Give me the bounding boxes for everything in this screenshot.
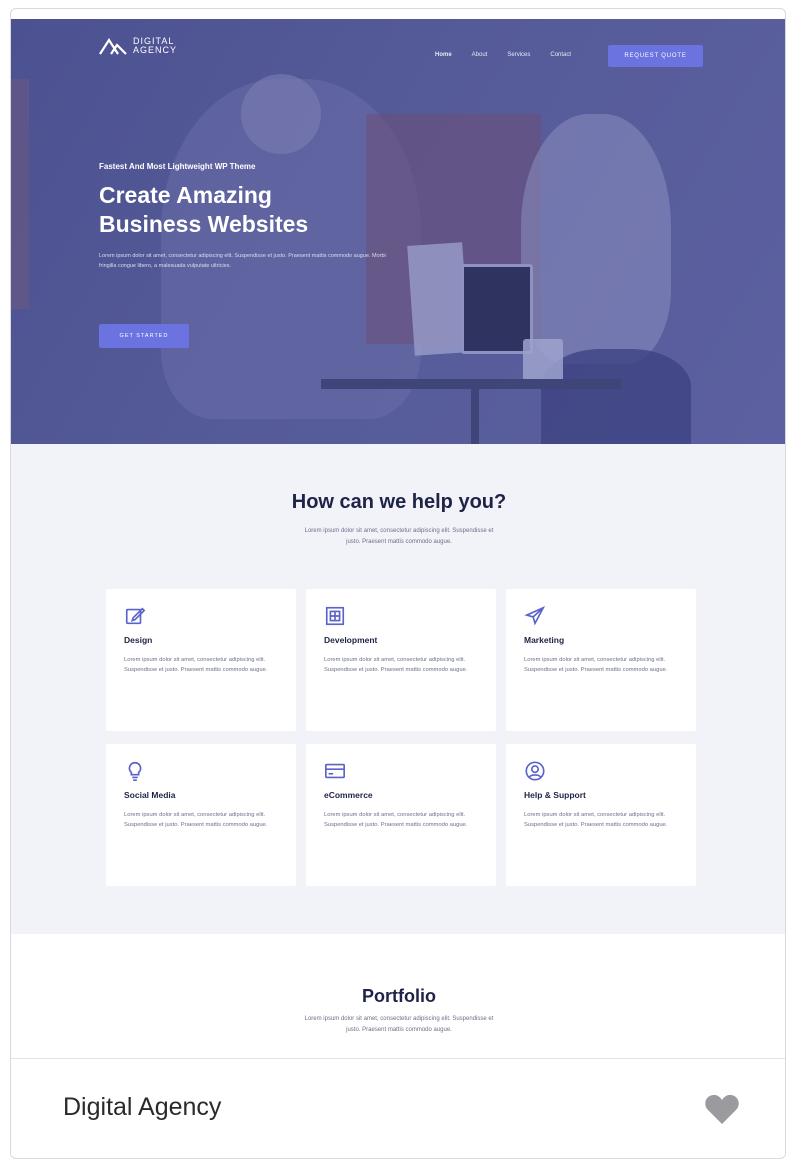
hero-background-shape [11,79,29,309]
hero-background-shape [241,74,321,154]
logo-line-2: AGENCY [133,45,178,55]
heart-icon[interactable] [704,1093,740,1125]
services-subtitle-line-1: Lorem ipsum dolor sit amet, consectetur … [304,528,494,534]
hero-title-line-1: Create Amazing [99,182,272,208]
site-logo[interactable]: DIGITAL AGENCY [99,37,177,55]
service-card-ecommerce[interactable]: eCommerce Lorem ipsum dolor sit amet, co… [306,744,496,886]
hero-title: Create Amazing Business Websites [99,181,429,239]
portfolio-title: Portfolio [362,986,436,1006]
lightbulb-icon [124,760,146,782]
nav-item-about[interactable]: About [472,52,488,58]
services-subtitle-line-2: justo. Praesent mattis commodo augue. [346,539,452,545]
service-card-title: Help & Support [524,790,586,800]
services-section: How can we help you? Lorem ipsum dolor s… [11,444,785,934]
layout-icon [324,605,346,627]
hero-background-shape [321,379,621,389]
theme-info-bar: Digital Agency [11,1060,785,1158]
service-card-design[interactable]: Design Lorem ipsum dolor sit amet, conse… [106,589,296,731]
paper-plane-icon [524,605,546,627]
service-card-help-support[interactable]: Help & Support Lorem ipsum dolor sit ame… [506,744,696,886]
service-card-text: Lorem ipsum dolor sit amet, consectetur … [324,812,468,828]
nav-item-contact[interactable]: Contact [550,52,571,58]
hero-description: Lorem ipsum dolor sit amet, consectetur … [99,253,386,269]
edit-icon [124,605,146,627]
service-card-title: Development [324,635,378,645]
hero-section: DIGITAL AGENCY Home About Services Conta… [11,19,785,444]
hero-background-shape [541,349,691,444]
portfolio-section: Portfolio Lorem ipsum dolor sit amet, co… [11,934,785,1059]
user-circle-icon [524,760,546,782]
hero-background-shape [523,339,563,381]
hero-kicker: Fastest And Most Lightweight WP Theme [99,162,256,171]
portfolio-subtitle: Lorem ipsum dolor sit amet, consectetur … [11,1014,785,1036]
service-card-title: Marketing [524,635,565,645]
theme-name: Digital Agency [63,1093,222,1121]
service-card-text: Lorem ipsum dolor sit amet, consectetur … [124,812,268,828]
service-card-marketing[interactable]: Marketing Lorem ipsum dolor sit amet, co… [506,589,696,731]
service-card-development[interactable]: Development Lorem ipsum dolor sit amet, … [306,589,496,731]
service-card-title: Social Media [124,790,176,800]
request-quote-button[interactable]: REQUEST QUOTE [608,45,703,67]
logo-mountain-icon [99,37,127,55]
nav-item-services[interactable]: Services [507,52,530,58]
nav-item-home[interactable]: Home [435,52,452,58]
hero-background-shape [521,114,671,364]
browser-frame: DIGITAL AGENCY Home About Services Conta… [10,8,786,1159]
hero-title-line-2: Business Websites [99,211,309,237]
service-card-text: Lorem ipsum dolor sit amet, consectetur … [324,657,468,673]
get-started-button[interactable]: GET STARTED [99,324,189,348]
credit-card-icon [324,760,346,782]
service-card-social-media[interactable]: Social Media Lorem ipsum dolor sit amet,… [106,744,296,886]
main-nav: Home About Services Contact [435,52,571,58]
hero-background-shape [471,389,479,444]
portfolio-subtitle-line-1: Lorem ipsum dolor sit amet, consectetur … [304,1016,494,1022]
services-title: How can we help you? [291,491,507,513]
portfolio-subtitle-line-2: justo. Praesent mattis commodo augue. [346,1027,452,1033]
service-card-text: Lorem ipsum dolor sit amet, consectetur … [524,812,668,828]
services-subtitle: Lorem ipsum dolor sit amet, consectetur … [11,526,785,548]
service-card-text: Lorem ipsum dolor sit amet, consectetur … [124,657,268,673]
service-card-text: Lorem ipsum dolor sit amet, consectetur … [524,657,668,673]
logo-text: DIGITAL AGENCY [133,37,177,55]
service-card-title: eCommerce [324,790,373,800]
service-card-title: Design [124,635,153,645]
